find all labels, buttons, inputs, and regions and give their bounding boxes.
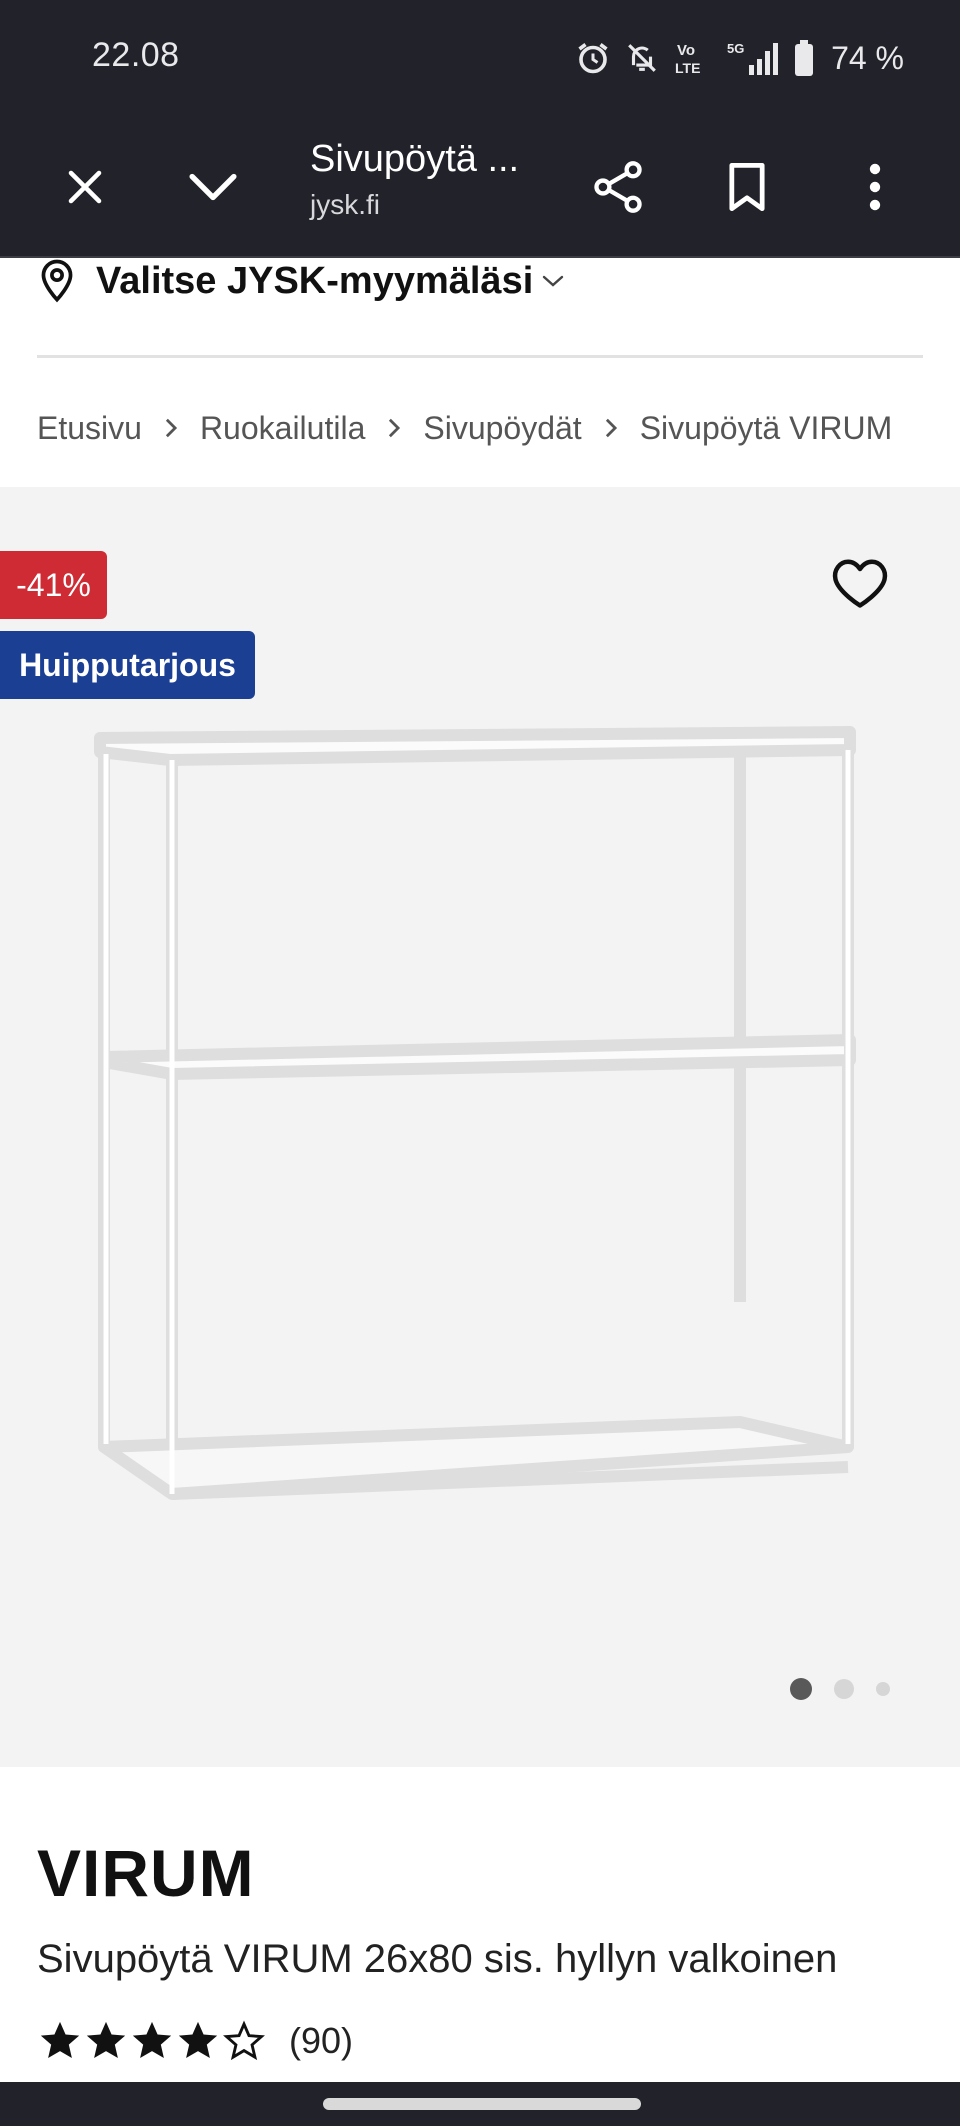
mute-bell-icon	[628, 44, 656, 72]
breadcrumb: Etusivu Ruokailutila Sivupöydät Sivupöyt…	[37, 400, 923, 456]
5g-signal-icon: 5G	[727, 41, 779, 75]
minimize-button[interactable]	[170, 144, 256, 230]
more-options-button[interactable]	[832, 144, 918, 230]
product-gallery[interactable]: -41% Huipputarjous	[0, 487, 960, 1767]
review-count: (90)	[289, 2020, 354, 2061]
location-pin-icon	[41, 259, 73, 303]
battery-icon	[795, 40, 814, 76]
product-rating[interactable]: (90)	[37, 2018, 353, 2064]
divider	[37, 355, 923, 358]
home-gesture-handle[interactable]	[323, 2098, 641, 2110]
gallery-dot[interactable]	[876, 1682, 890, 1696]
chevron-right-icon	[387, 417, 401, 439]
chevron-down-icon	[189, 173, 237, 201]
more-vert-icon	[869, 163, 881, 211]
close-button[interactable]	[42, 144, 128, 230]
discount-badge: -41%	[0, 551, 107, 619]
volte-icon: Vo LTE	[675, 42, 700, 76]
close-icon	[68, 170, 102, 204]
star-filled-icon	[86, 2021, 126, 2059]
svg-text:5G: 5G	[727, 41, 744, 56]
chevron-right-icon	[164, 417, 178, 439]
chevron-down-icon	[543, 275, 564, 287]
breadcrumb-item-side-tables[interactable]: Sivupöydät	[423, 410, 581, 447]
custom-tab-toolbar: Sivupöytä ... jysk.fi	[0, 118, 960, 258]
share-icon	[594, 161, 642, 213]
favorite-button[interactable]	[830, 555, 890, 611]
battery-percent: 74 %	[831, 39, 904, 76]
breadcrumb-item-home[interactable]: Etusivu	[37, 410, 142, 447]
status-icons: Vo LTE 5G 74 %	[575, 36, 904, 80]
gallery-dot-active[interactable]	[790, 1678, 812, 1700]
alarm-icon	[578, 43, 608, 74]
bookmark-icon	[729, 162, 765, 212]
gallery-dot[interactable]	[834, 1679, 854, 1699]
bookmark-button[interactable]	[704, 144, 790, 230]
store-selector-label: Valitse JYSK-myymäläsi	[96, 259, 534, 302]
chevron-right-icon	[604, 417, 618, 439]
page-title-area[interactable]: Sivupöytä ... jysk.fi	[310, 138, 519, 221]
deal-badge: Huipputarjous	[0, 631, 255, 699]
share-button[interactable]	[575, 144, 661, 230]
product-name: Sivupöytä VIRUM 26x80 sis. hyllyn valkoi…	[37, 1937, 838, 1981]
star-empty-icon	[223, 2020, 265, 2061]
star-filled-icon	[132, 2021, 172, 2059]
page-domain: jysk.fi	[310, 189, 380, 220]
heart-icon	[832, 559, 888, 608]
star-filled-icon	[40, 2021, 80, 2059]
product-brand: VIRUM	[37, 1836, 255, 1910]
page-title: Sivupöytä ...	[310, 138, 520, 180]
svg-text:LTE: LTE	[675, 60, 700, 76]
gallery-pagination	[790, 1678, 890, 1700]
store-selector[interactable]: Valitse JYSK-myymäläsi	[40, 258, 565, 304]
breadcrumb-item-current: Sivupöytä VIRUM	[639, 409, 893, 446]
svg-text:Vo: Vo	[677, 42, 695, 59]
status-bar: 22.08 Vo LTE 5G 74 %	[0, 0, 960, 118]
breadcrumb-item-dining[interactable]: Ruokailutila	[200, 410, 365, 447]
product-image	[94, 726, 856, 1500]
status-time: 22.08	[92, 36, 180, 74]
system-nav-bar	[0, 2082, 960, 2126]
star-filled-icon	[178, 2021, 218, 2059]
